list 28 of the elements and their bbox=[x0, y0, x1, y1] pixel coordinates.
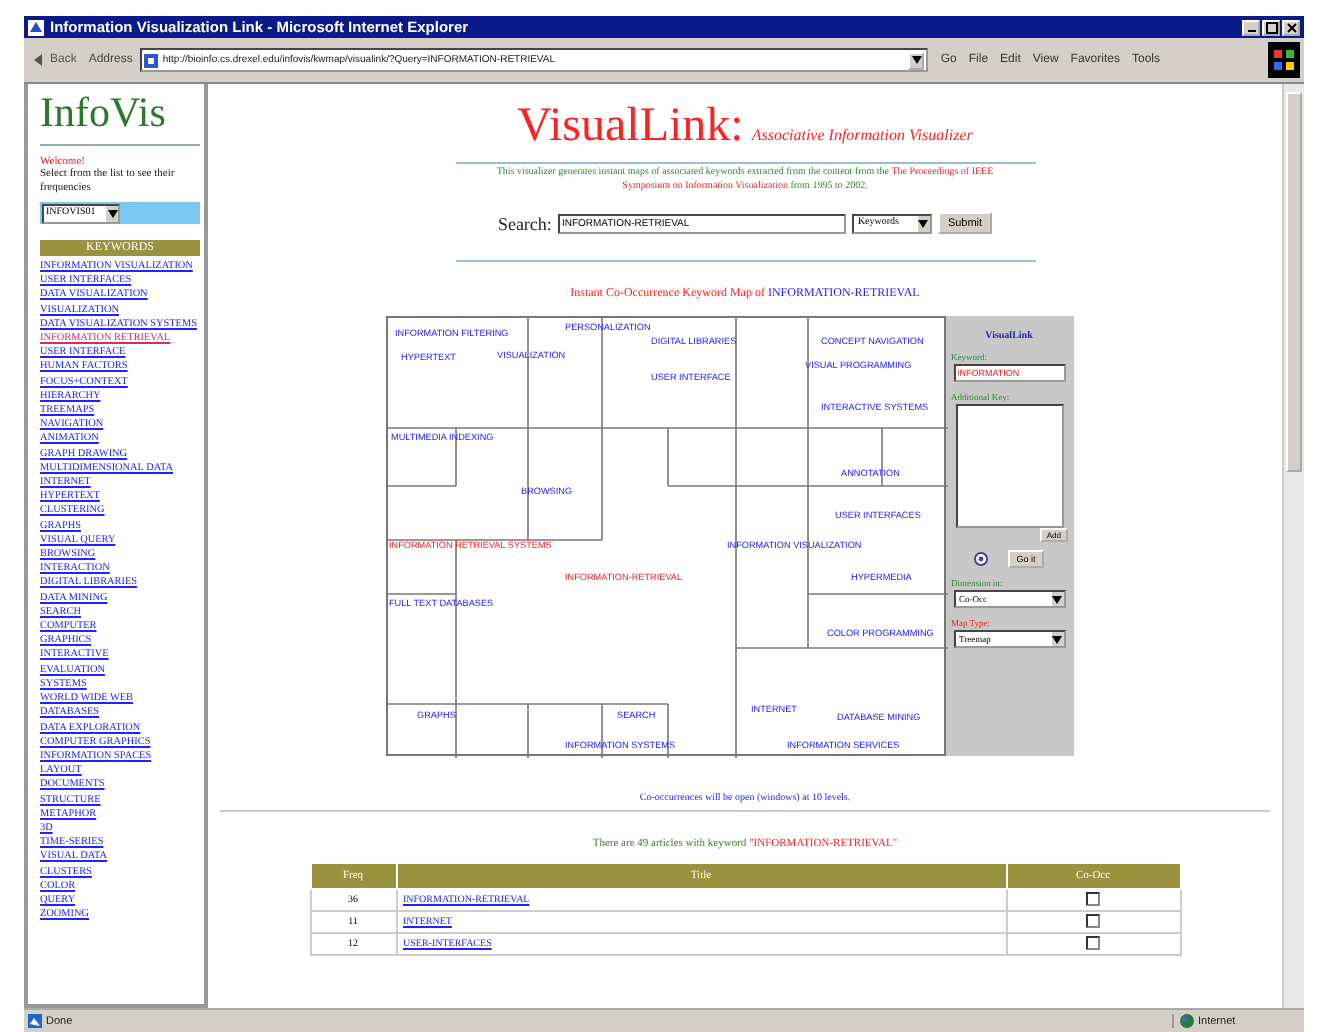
close-button[interactable] bbox=[1282, 19, 1300, 35]
dropdown-button[interactable] bbox=[908, 51, 925, 69]
globe-icon bbox=[1180, 1014, 1194, 1028]
app-icon bbox=[28, 19, 44, 35]
caret-icon bbox=[918, 219, 929, 227]
infovis-logo: InfoVis bbox=[40, 88, 200, 146]
scroll-thumb[interactable] bbox=[1286, 92, 1302, 472]
page-title: VisualLink: bbox=[517, 100, 744, 154]
maximize-icon bbox=[1265, 21, 1277, 33]
co-occ-checkbox[interactable] bbox=[1086, 913, 1100, 927]
info-icon bbox=[974, 552, 989, 566]
windows-logo-icon bbox=[1268, 42, 1300, 78]
caret-icon bbox=[911, 56, 922, 64]
caret-icon bbox=[1052, 635, 1062, 643]
close-icon bbox=[1285, 21, 1297, 33]
co-occ-checkbox[interactable] bbox=[1086, 935, 1100, 949]
search-label: Search: bbox=[497, 213, 552, 233]
back-arrow-icon bbox=[32, 52, 48, 68]
maximize-button[interactable] bbox=[1262, 19, 1280, 35]
page-icon bbox=[144, 53, 159, 67]
caret-icon bbox=[107, 209, 117, 217]
page-icon bbox=[28, 1014, 42, 1028]
caret-icon bbox=[1052, 595, 1062, 603]
minimize-button[interactable] bbox=[1242, 19, 1260, 35]
scrollbar[interactable] bbox=[1282, 84, 1304, 1008]
page-subtitle: Associative Information Visualizer bbox=[751, 126, 973, 144]
co-occ-checkbox[interactable] bbox=[1086, 891, 1100, 905]
additional-key-field[interactable] bbox=[955, 404, 1063, 528]
